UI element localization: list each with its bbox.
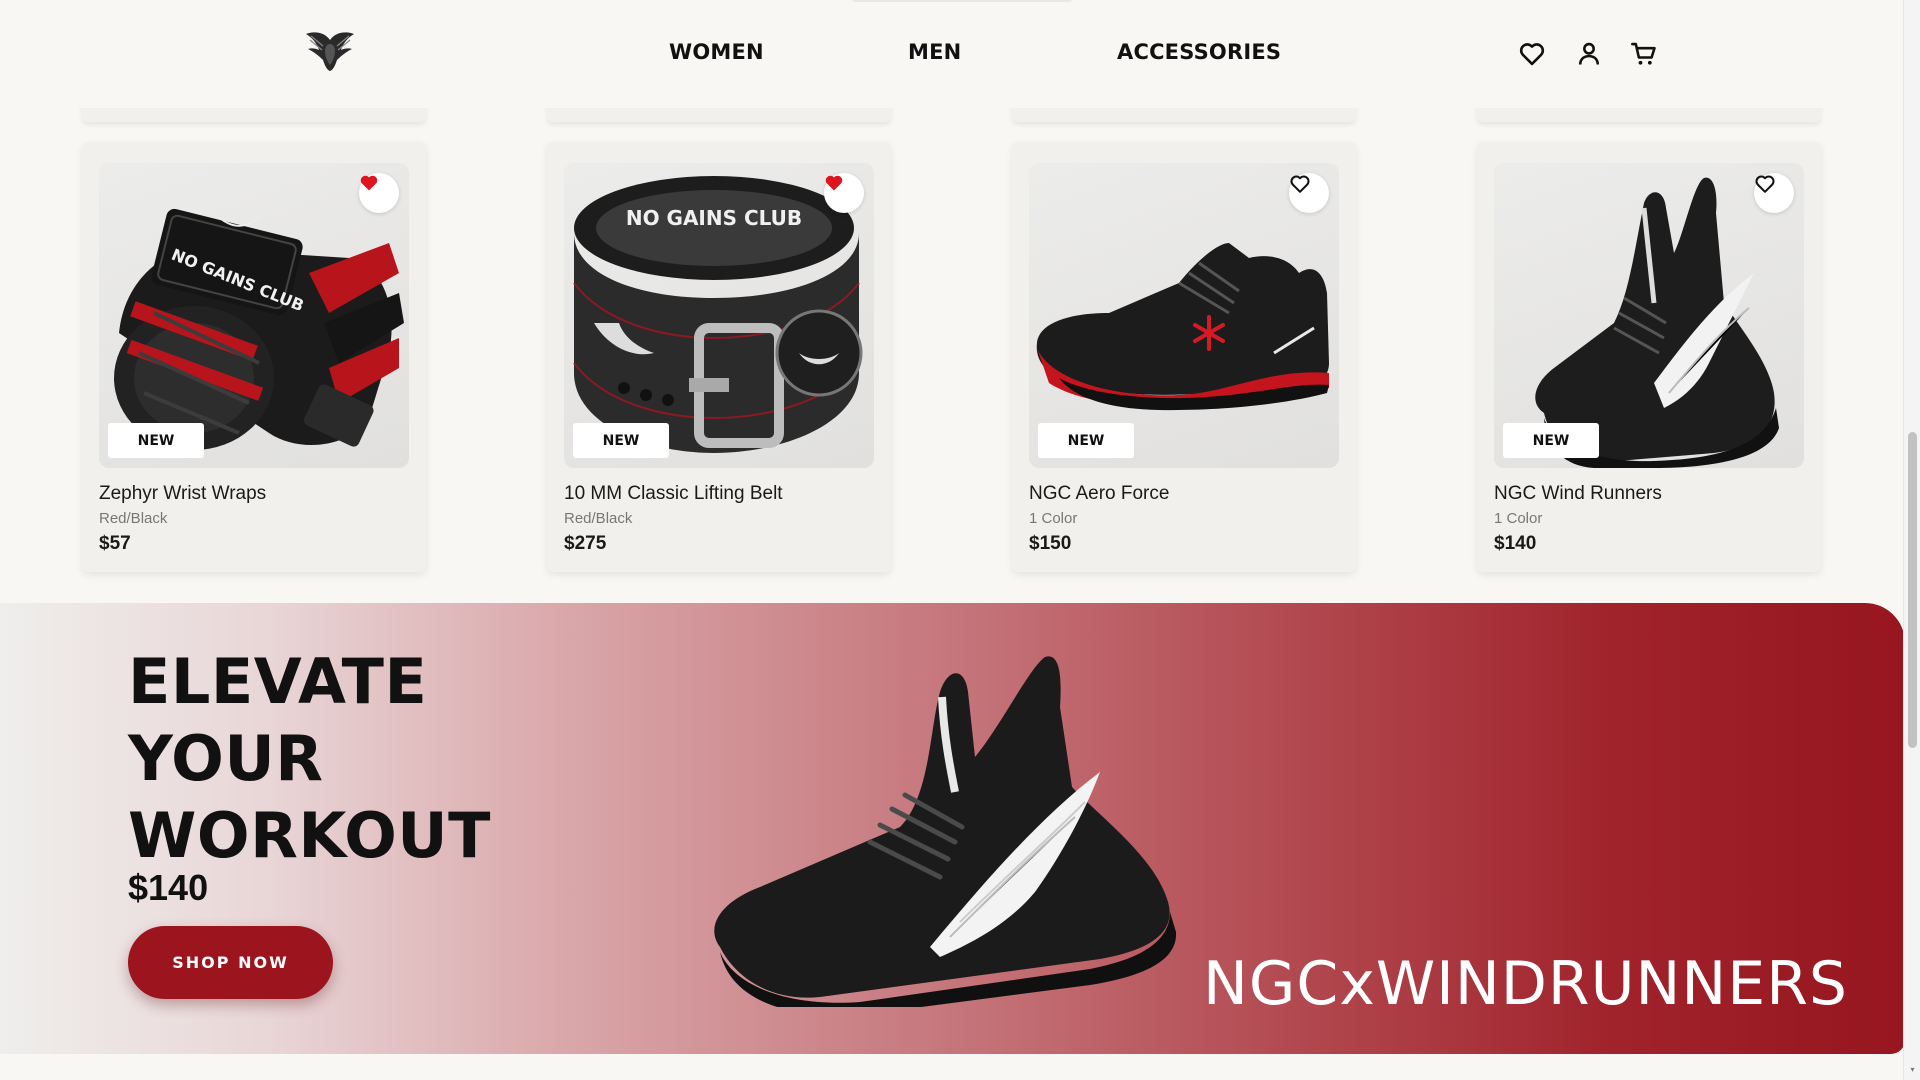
product-name[interactable]: Zephyr Wrist Wraps <box>99 483 266 505</box>
product-variant: Red/Black <box>99 510 168 527</box>
header-tab-hint <box>850 0 1074 2</box>
hero-title: ELEVATE YOUR WORKOUT <box>128 643 568 874</box>
new-badge: NEW <box>1038 423 1134 458</box>
product-image-aero-force[interactable]: NEW <box>1029 163 1339 468</box>
favorite-button[interactable] <box>824 173 864 213</box>
nav-item-accessories[interactable]: ACCESSORIES <box>1117 40 1281 64</box>
product-image-lifting-belt[interactable]: NO GAINS CLUB NEW <box>564 163 874 468</box>
product-price: $57 <box>99 533 131 554</box>
product-card[interactable]: NEW NGC Aero Force 1 Color $150 <box>1012 142 1356 572</box>
product-image-wrist-wraps[interactable]: NO GAINS CLUB NEW <box>99 163 409 468</box>
shop-now-button[interactable]: SHOP NOW <box>128 926 333 999</box>
product-name[interactable]: 10 MM Classic Lifting Belt <box>564 483 783 505</box>
product-card[interactable]: NO GAINS CLUB NEW 10 MM Classic Lifting … <box>547 142 891 572</box>
product-name[interactable]: NGC Wind Runners <box>1494 483 1662 505</box>
product-variant: Red/Black <box>564 510 633 527</box>
scrollbar-thumb[interactable] <box>1908 432 1917 748</box>
hero-title-line: WORKOUT <box>128 799 491 872</box>
page-scrollbar[interactable]: ▾ <box>1903 0 1920 1080</box>
wind-runner-hero-image <box>714 656 1177 1007</box>
product-price: $275 <box>564 533 607 554</box>
hero-banner: ELEVATE YOUR WORKOUT $140 SHOP NOW NGCxW… <box>0 603 1905 1054</box>
product-variant: 1 Color <box>1494 510 1543 527</box>
heart-outline-icon <box>1290 175 1310 193</box>
product-price: $150 <box>1029 533 1072 554</box>
product-variant: 1 Color <box>1029 510 1078 527</box>
scroll-down-arrow-icon[interactable]: ▾ <box>1908 1066 1917 1074</box>
belt-label-text: NO GAINS CLUB <box>626 206 802 230</box>
product-image-wind-runners[interactable]: NEW <box>1494 163 1804 468</box>
favorite-button[interactable] <box>1754 173 1794 213</box>
hero-title-line: YOUR <box>128 722 324 795</box>
heart-filled-icon <box>360 175 378 191</box>
favorite-button[interactable] <box>359 173 399 213</box>
heart-icon[interactable] <box>1518 40 1546 68</box>
product-price: $140 <box>1494 533 1537 554</box>
cart-icon[interactable] <box>1630 40 1658 68</box>
favorite-button[interactable] <box>1289 173 1329 213</box>
hero-title-line: ELEVATE <box>128 645 428 718</box>
site-header: WOMEN MEN ACCESSORIES <box>0 0 1903 108</box>
heart-outline-icon <box>1755 175 1775 193</box>
product-name[interactable]: NGC Aero Force <box>1029 483 1169 505</box>
logo-eagle-icon[interactable] <box>305 28 355 72</box>
new-badge: NEW <box>1503 423 1599 458</box>
nav-item-men[interactable]: MEN <box>908 40 961 64</box>
hero-price: $140 <box>128 867 209 908</box>
product-card[interactable]: NEW NGC Wind Runners 1 Color $140 <box>1477 142 1821 572</box>
heart-filled-icon <box>825 175 843 191</box>
product-card[interactable]: NO GAINS CLUB NEW Zephyr Wrist Wraps Red… <box>82 142 426 572</box>
nav-item-women[interactable]: WOMEN <box>669 40 764 64</box>
new-badge: NEW <box>108 423 204 458</box>
new-badge: NEW <box>573 423 669 458</box>
user-icon[interactable] <box>1575 40 1603 68</box>
hero-collection-name: NGCxWINDRUNNERS <box>1203 949 1848 1019</box>
